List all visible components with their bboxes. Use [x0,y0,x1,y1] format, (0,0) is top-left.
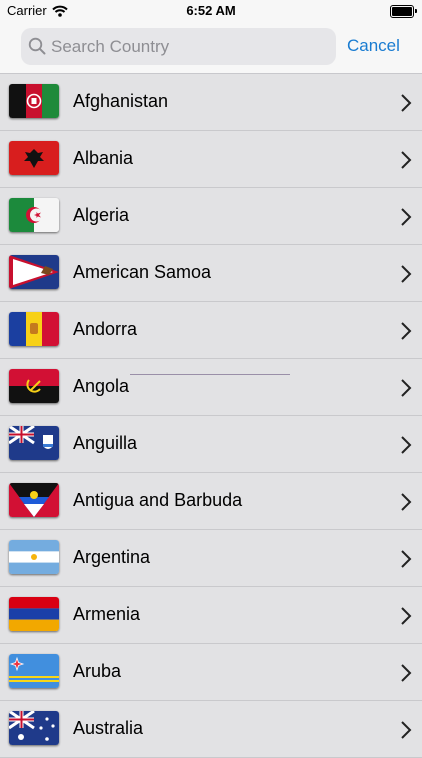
list-item[interactable]: Albania [0,131,422,188]
country-name: Angola [73,376,130,396]
battery-icon [390,5,417,18]
country-name: Antigua and Barbuda [73,490,243,510]
american-samoa-flag-icon [9,255,59,289]
search-icon [28,37,46,60]
angola-flag-icon [9,369,59,403]
anguilla-flag-icon [9,426,59,460]
country-name: Australia [73,718,144,738]
list-item[interactable]: Anguilla [0,416,422,473]
chevron-right-icon [400,606,412,631]
cancel-button[interactable]: Cancel [347,36,400,56]
country-name: Afghanistan [73,91,169,111]
country-name: Albania [73,148,134,168]
country-list: Afghanistan Albania Algeria American Sam… [0,74,422,758]
chevron-right-icon [400,93,412,118]
country-name: American Samoa [73,262,212,282]
country-name: Armenia [73,604,141,624]
country-name: Aruba [73,661,122,681]
list-item[interactable]: Angola [0,359,422,416]
list-item[interactable]: Afghanistan [0,74,422,131]
list-item[interactable]: Aruba [0,644,422,701]
chevron-right-icon [400,492,412,517]
chevron-right-icon [400,549,412,574]
list-item[interactable]: Argentina [0,530,422,587]
antigua-and-barbuda-flag-icon [9,483,59,517]
afghanistan-flag-icon [9,84,59,118]
country-name: Algeria [73,205,130,225]
search-header: Cancel [0,22,422,74]
chevron-right-icon [400,207,412,232]
list-item[interactable]: Australia [0,701,422,758]
list-item[interactable]: Armenia [0,587,422,644]
chevron-right-icon [400,378,412,403]
chevron-right-icon [400,663,412,688]
country-name: Argentina [73,547,151,567]
search-input[interactable] [51,28,331,65]
chevron-right-icon [400,435,412,460]
list-item[interactable]: Andorra [0,302,422,359]
country-name: Andorra [73,319,138,339]
country-name: Anguilla [73,433,138,453]
aruba-flag-icon [9,654,59,688]
chevron-right-icon [400,720,412,745]
clock: 6:52 AM [186,3,236,18]
albania-flag-icon [9,141,59,175]
chevron-right-icon [400,150,412,175]
search-bar[interactable] [21,28,336,65]
algeria-flag-icon [9,198,59,232]
list-item[interactable]: Antigua and Barbuda [0,473,422,530]
divider-line [130,374,290,375]
andorra-flag-icon [9,312,59,346]
armenia-flag-icon [9,597,59,631]
list-item[interactable]: Algeria [0,188,422,245]
list-item[interactable]: American Samoa [0,245,422,302]
chevron-right-icon [400,264,412,289]
status-bar: Carrier 6:52 AM [0,0,422,22]
chevron-right-icon [400,321,412,346]
argentina-flag-icon [9,540,59,574]
australia-flag-icon [9,711,59,745]
